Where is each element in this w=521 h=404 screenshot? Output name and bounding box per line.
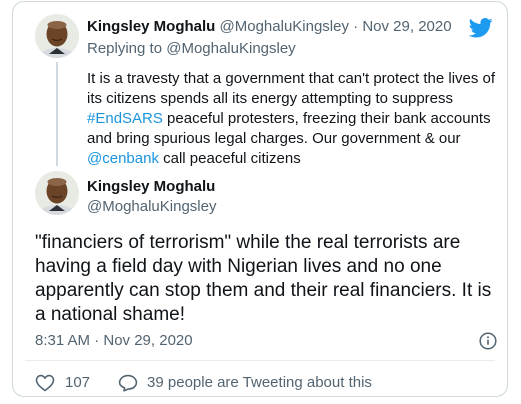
parent-author-avatar[interactable]: [35, 14, 79, 58]
replying-to-handle[interactable]: @MoghaluKingsley: [166, 40, 295, 57]
tweet-timestamp[interactable]: 8:31 AM · Nov 29, 2020: [35, 331, 193, 351]
hashtag-endsars-link[interactable]: #EndSARS: [87, 110, 163, 127]
parent-tweet-header: Kingsley Moghalu @MoghaluKingsley · Nov …: [87, 17, 452, 37]
parent-tweet-text: It is a travesty that a government that …: [87, 69, 505, 169]
info-icon[interactable]: [479, 332, 497, 350]
main-tweet-text: "financiers of terrorism" while the real…: [35, 232, 492, 325]
main-author-name[interactable]: Kingsley Moghalu: [87, 178, 215, 196]
thread-connector-line: [56, 62, 58, 166]
parent-author-handle[interactable]: @MoghaluKingsley: [220, 18, 349, 35]
parent-text-part1: It is a travesty that a government that …: [87, 70, 496, 107]
like-count: 107: [65, 374, 91, 391]
twitter-bird-icon[interactable]: [469, 18, 493, 38]
tweet-actions: 107 39 people are Tweeting about this: [35, 373, 372, 393]
conversation-link[interactable]: 39 people are Tweeting about this: [118, 373, 372, 393]
parent-separator: ·: [353, 18, 359, 35]
main-author-avatar[interactable]: [35, 171, 79, 215]
replying-to-prefix: Replying to: [87, 40, 167, 57]
parent-author-name[interactable]: Kingsley Moghalu: [87, 18, 215, 35]
heart-icon: [35, 374, 55, 392]
parent-text-part3: call peaceful citizens: [158, 150, 301, 167]
embedded-tweet-card[interactable]: Kingsley Moghalu @MoghaluKingsley · Nov …: [12, 1, 508, 397]
mention-cenbank-link[interactable]: @cenbank: [87, 150, 159, 167]
footer-divider: [25, 360, 495, 361]
replying-to-line: Replying to @MoghaluKingsley: [87, 39, 296, 59]
conversation-label: 39 people are Tweeting about this: [147, 374, 372, 391]
like-button[interactable]: 107: [35, 373, 90, 393]
main-author-handle[interactable]: @MoghaluKingsley: [87, 198, 216, 216]
parent-tweet-date[interactable]: Nov 29, 2020: [362, 18, 451, 35]
speech-bubble-icon: [118, 374, 138, 392]
